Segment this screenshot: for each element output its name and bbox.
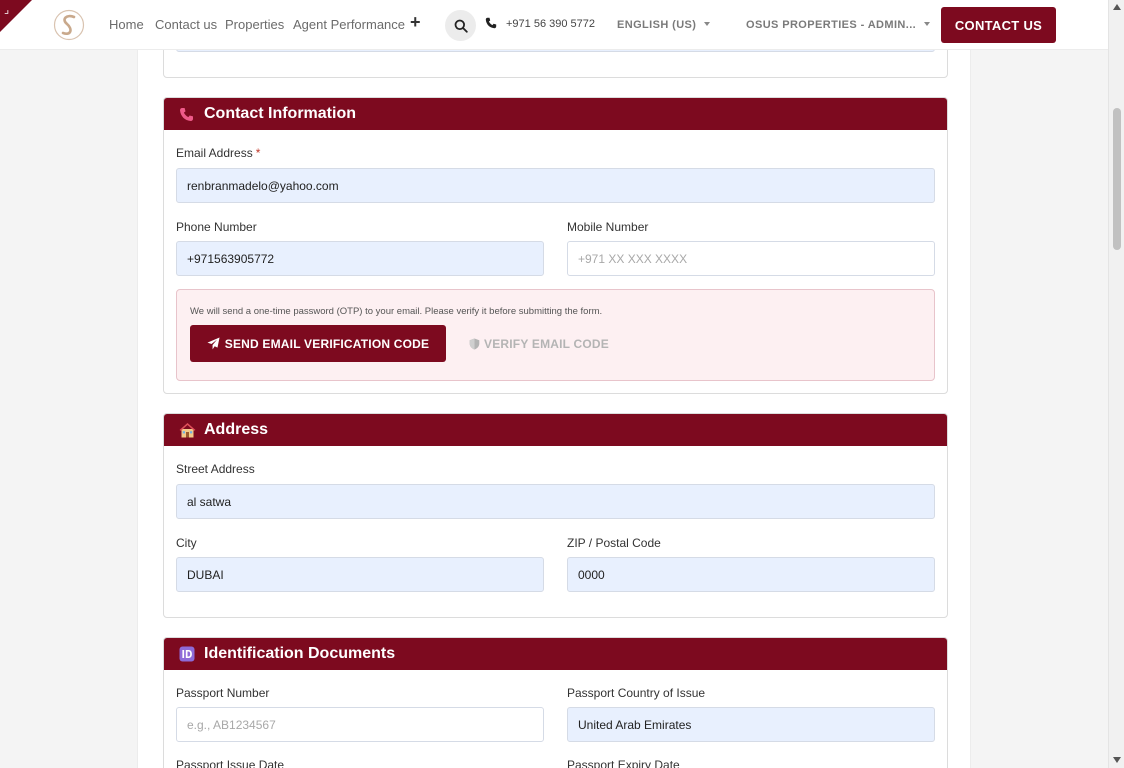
paper-plane-icon (207, 337, 220, 350)
street-label: Street Address (176, 462, 255, 476)
send-button-label: SEND EMAIL VERIFICATION CODE (224, 336, 430, 351)
section-title: Address (204, 421, 269, 438)
search-button[interactable] (445, 10, 476, 41)
verify-button-label: VERIFY EMAIL CODE (484, 336, 609, 351)
scrollbar-thumb[interactable] (1113, 108, 1121, 250)
top-navbar: ⌟ Home Contact us Properties Agent Perfo… (0, 0, 1108, 50)
street-field[interactable] (176, 484, 935, 519)
phone-icon (485, 17, 497, 29)
phone-field[interactable] (176, 241, 544, 276)
city-field[interactable] (176, 557, 544, 592)
identification-header: Identification Documents (164, 638, 947, 670)
search-icon (454, 19, 468, 33)
phone-number-link[interactable]: +971 56 390 5772 (506, 18, 595, 30)
mobile-label: Mobile Number (567, 220, 649, 234)
id-icon (179, 646, 197, 662)
chevron-down-icon (704, 22, 711, 26)
language-dropdown[interactable]: ENGLISH (US) (617, 19, 711, 31)
form-page: Contact Information Email Address* Phone… (137, 0, 971, 768)
contact-information-header: Contact Information (164, 98, 947, 130)
passport-country-label: Passport Country of Issue (567, 686, 706, 700)
zip-field[interactable] (567, 557, 935, 592)
mobile-field[interactable] (567, 241, 935, 276)
email-label: Email Address * (176, 146, 260, 160)
passport-country-field[interactable] (567, 707, 935, 742)
scroll-up-arrow-icon[interactable] (1113, 4, 1121, 10)
city-label: City (176, 536, 197, 550)
required-asterisk: * (255, 146, 261, 160)
address-header: Address (164, 414, 947, 446)
chevron-down-icon (924, 22, 931, 26)
issue-date-label: Passport Issue Date (176, 758, 285, 768)
account-label: OSUS PROPERTIES - ADMIN... (746, 19, 917, 31)
nav-contact-link[interactable]: Contact us (155, 17, 217, 32)
email-label-text: Email Address (176, 146, 253, 160)
passport-number-field[interactable] (176, 707, 544, 742)
plus-icon[interactable]: + (410, 12, 421, 33)
address-card: Address Street Address City ZIP / Postal… (163, 413, 948, 618)
otp-verification-box: We will send a one-time password (OTP) t… (176, 289, 935, 381)
section-title: Contact Information (204, 105, 356, 122)
nav-home-link[interactable]: Home (109, 17, 144, 32)
passport-number-label: Passport Number (176, 686, 270, 700)
corner-arrow-icon: ⌟ (4, 3, 10, 16)
language-label: ENGLISH (US) (617, 19, 697, 31)
account-dropdown[interactable]: OSUS PROPERTIES - ADMIN... (746, 19, 931, 31)
house-icon (179, 422, 197, 438)
send-verification-code-button[interactable]: SEND EMAIL VERIFICATION CODE (190, 325, 446, 362)
shield-icon (469, 338, 480, 349)
otp-note: We will send a one-time password (OTP) t… (190, 306, 603, 317)
expiry-date-label: Passport Expiry Date (567, 758, 680, 768)
phone-icon (179, 107, 197, 122)
zip-label: ZIP / Postal Code (567, 536, 661, 550)
identification-card: Identification Documents Passport Number… (163, 637, 948, 768)
email-field[interactable] (176, 168, 935, 203)
corner-ribbon[interactable]: ⌟ (0, 0, 32, 32)
phone-label: Phone Number (176, 220, 257, 234)
verify-email-code-button[interactable]: VERIFY EMAIL CODE (469, 325, 609, 362)
nav-agent-performance-link[interactable]: Agent Performance (293, 17, 405, 32)
contact-us-button[interactable]: CONTACT US (941, 7, 1056, 43)
scroll-down-arrow-icon[interactable] (1113, 757, 1121, 763)
section-title: Identification Documents (204, 645, 396, 662)
brand-logo[interactable] (53, 9, 85, 41)
page-scrollbar[interactable] (1108, 0, 1124, 768)
contact-information-card: Contact Information Email Address* Phone… (163, 97, 948, 394)
nav-properties-link[interactable]: Properties (225, 17, 284, 32)
